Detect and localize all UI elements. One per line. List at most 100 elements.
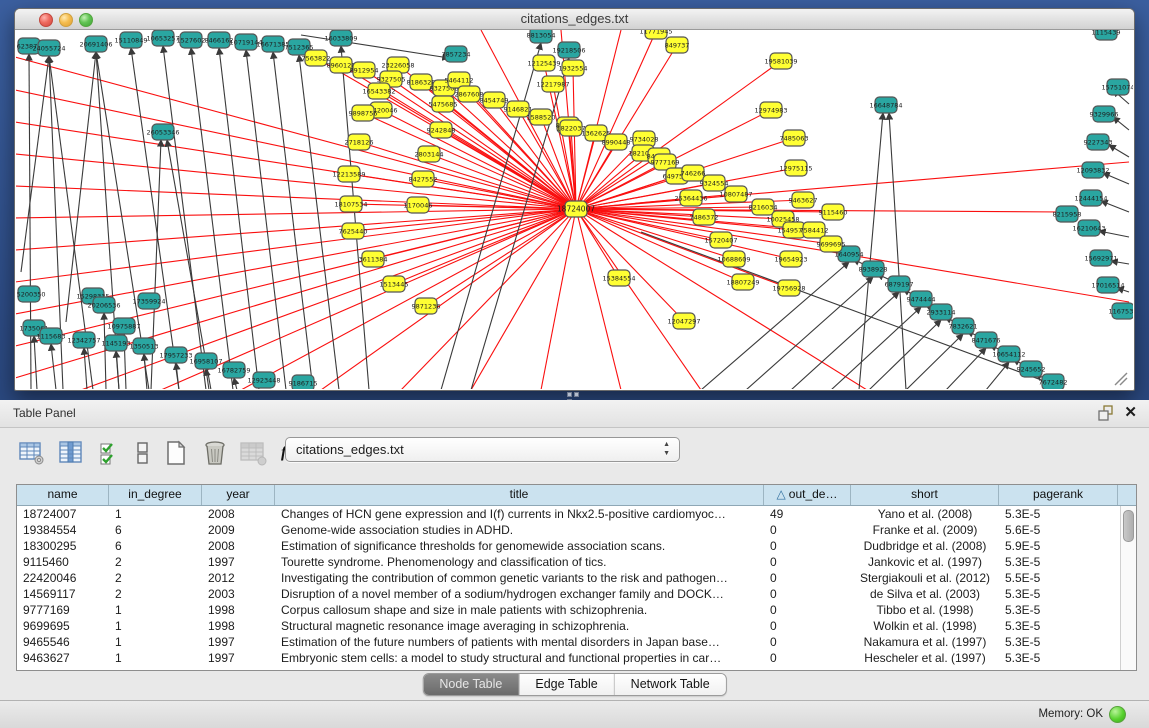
- network-node[interactable]: 9329966: [1090, 106, 1119, 122]
- splitter-handle[interactable]: [566, 391, 580, 397]
- network-node[interactable]: 18107534: [334, 196, 367, 212]
- network-node[interactable]: 1115439: [1092, 30, 1121, 40]
- network-node[interactable]: 12975115: [779, 160, 812, 176]
- network-node[interactable]: 15110849: [114, 32, 147, 48]
- network-node[interactable]: 9245652: [1017, 361, 1046, 377]
- toggle-rows-button[interactable]: [135, 438, 151, 468]
- network-node[interactable]: 1513445: [380, 276, 409, 292]
- network-node[interactable]: 10975887: [107, 318, 140, 334]
- network-node[interactable]: 6879197: [885, 276, 914, 292]
- network-node[interactable]: 5475685: [429, 96, 458, 112]
- network-node[interactable]: 2803144: [415, 146, 444, 162]
- tab-network-table[interactable]: Network Table: [615, 674, 726, 695]
- network-node[interactable]: 15384554: [602, 270, 635, 286]
- delete-trash-button[interactable]: [201, 438, 229, 468]
- show-columns-button[interactable]: [57, 438, 85, 468]
- table-row[interactable]: 1456911722003Disruption of a novel membe…: [17, 586, 1136, 602]
- network-node[interactable]: 20691406: [79, 36, 112, 52]
- column-header-out_de[interactable]: △out_de…: [764, 485, 851, 505]
- network-node[interactable]: 15751074: [1101, 79, 1133, 95]
- column-header-name[interactable]: name: [17, 485, 109, 505]
- table-row[interactable]: 1872400712008Changes of HCN gene express…: [17, 506, 1136, 522]
- network-node[interactable]: 10688609: [717, 251, 750, 267]
- network-node[interactable]: 9324554: [700, 175, 729, 191]
- network-node[interactable]: 8215958: [1053, 206, 1082, 222]
- column-header-pagerank[interactable]: pagerank: [999, 485, 1118, 505]
- table-row[interactable]: 969969511998Structural magnetic resonanc…: [17, 618, 1136, 634]
- table-row[interactable]: 946362711997Embryonic stem cells: a mode…: [17, 650, 1136, 666]
- network-node[interactable]: 16648784: [869, 97, 902, 113]
- window-titlebar[interactable]: citations_edges.txt: [15, 9, 1134, 30]
- table-row[interactable]: 911546021997Tourette syndrome. Phenomeno…: [17, 554, 1136, 570]
- table-scrollbar[interactable]: [1120, 506, 1136, 670]
- network-node[interactable]: 17016514: [1091, 277, 1124, 293]
- network-node[interactable]: 1350513: [130, 338, 159, 354]
- network-node[interactable]: 849737: [665, 37, 690, 53]
- network-node[interactable]: 9242848: [427, 122, 456, 138]
- network-node[interactable]: 1527602: [177, 32, 206, 48]
- network-node[interactable]: 9898756: [349, 105, 378, 121]
- network-node[interactable]: 1167534: [1109, 303, 1133, 319]
- table-row[interactable]: 946554611997Estimation of the future num…: [17, 634, 1136, 650]
- change-table-mode-button[interactable]: [18, 438, 46, 468]
- network-node[interactable]: 10653257: [146, 30, 179, 46]
- network-node[interactable]: 9871236: [412, 298, 441, 314]
- tab-edge-table[interactable]: Edge Table: [519, 674, 614, 695]
- network-node[interactable]: 17359924: [132, 293, 165, 309]
- column-header-year[interactable]: year: [202, 485, 275, 505]
- float-panel-icon[interactable]: [1096, 404, 1114, 422]
- network-node[interactable]: 16210643: [1072, 220, 1105, 236]
- select-columns-button[interactable]: [96, 438, 124, 468]
- network-node[interactable]: 17957233: [159, 347, 192, 363]
- network-node[interactable]: 1145193: [102, 335, 131, 351]
- new-document-button[interactable]: [162, 438, 190, 468]
- network-node[interactable]: 2718126: [345, 134, 374, 150]
- network-node[interactable]: 9186715: [289, 375, 318, 389]
- network-node[interactable]: 9115460: [819, 204, 848, 220]
- network-node[interactable]: 19218506: [552, 42, 585, 58]
- network-node[interactable]: 12125439: [527, 55, 560, 71]
- network-node[interactable]: 1115683: [37, 328, 66, 344]
- network-node[interactable]: 7672482: [1039, 374, 1068, 389]
- network-node[interactable]: 7832621: [949, 318, 978, 334]
- network-node[interactable]: 7857234: [442, 46, 471, 62]
- table-row[interactable]: 977716911998Corpus callosum shape and si…: [17, 602, 1136, 618]
- network-node[interactable]: 7486372: [690, 209, 719, 225]
- network-node[interactable]: 8938928: [859, 261, 888, 277]
- network-canvas[interactable]: 1623873124055724206914061511084910653257…: [16, 30, 1133, 389]
- network-node[interactable]: 8990448: [602, 134, 631, 150]
- network-node[interactable]: 12923448: [247, 372, 280, 388]
- network-node[interactable]: 7485063: [780, 130, 809, 146]
- table-row[interactable]: 1830029562008Estimation of significance …: [17, 538, 1136, 554]
- table-select-dropdown[interactable]: citations_edges.txt ▲▼: [285, 437, 680, 462]
- tab-node-table[interactable]: Node Table: [423, 674, 519, 695]
- network-node[interactable]: 16033809: [324, 30, 357, 46]
- close-panel-icon[interactable]: ✕: [1124, 403, 1137, 423]
- network-node[interactable]: 2933114: [927, 304, 956, 320]
- network-node[interactable]: 8813054: [527, 30, 556, 43]
- resize-grip-icon[interactable]: [1113, 372, 1129, 386]
- network-node[interactable]: 9474444: [907, 291, 936, 307]
- network-node[interactable]: 9699695: [817, 236, 846, 252]
- table-scrollbar-thumb[interactable]: [1123, 510, 1134, 542]
- network-node[interactable]: 19654923: [774, 251, 807, 267]
- table-row[interactable]: 1938455462009Genome-wide association stu…: [17, 522, 1136, 538]
- network-node[interactable]: 19581039: [764, 53, 797, 69]
- network-node[interactable]: 8427552: [409, 171, 438, 187]
- column-header-short[interactable]: short: [851, 485, 999, 505]
- network-node[interactable]: 12342757: [67, 332, 100, 348]
- network-node[interactable]: 9463627: [789, 192, 818, 208]
- column-header-title[interactable]: title: [275, 485, 764, 505]
- network-node[interactable]: 7625440: [339, 223, 368, 239]
- network-node[interactable]: 8471676: [972, 332, 1001, 348]
- network-node[interactable]: 8912954: [350, 62, 379, 78]
- network-node[interactable]: 1588520: [527, 109, 556, 125]
- network-node[interactable]: 3611384: [359, 251, 388, 267]
- network-node[interactable]: 1170046: [404, 197, 433, 213]
- network-node[interactable]: 12213589: [332, 166, 365, 182]
- network-node[interactable]: 12444154: [1074, 190, 1107, 206]
- network-node[interactable]: 12047297: [667, 313, 700, 329]
- table-row[interactable]: 2242004622012Investigating the contribut…: [17, 570, 1136, 586]
- column-header-in_degree[interactable]: in_degree: [109, 485, 202, 505]
- network-node[interactable]: 25200350: [16, 286, 46, 302]
